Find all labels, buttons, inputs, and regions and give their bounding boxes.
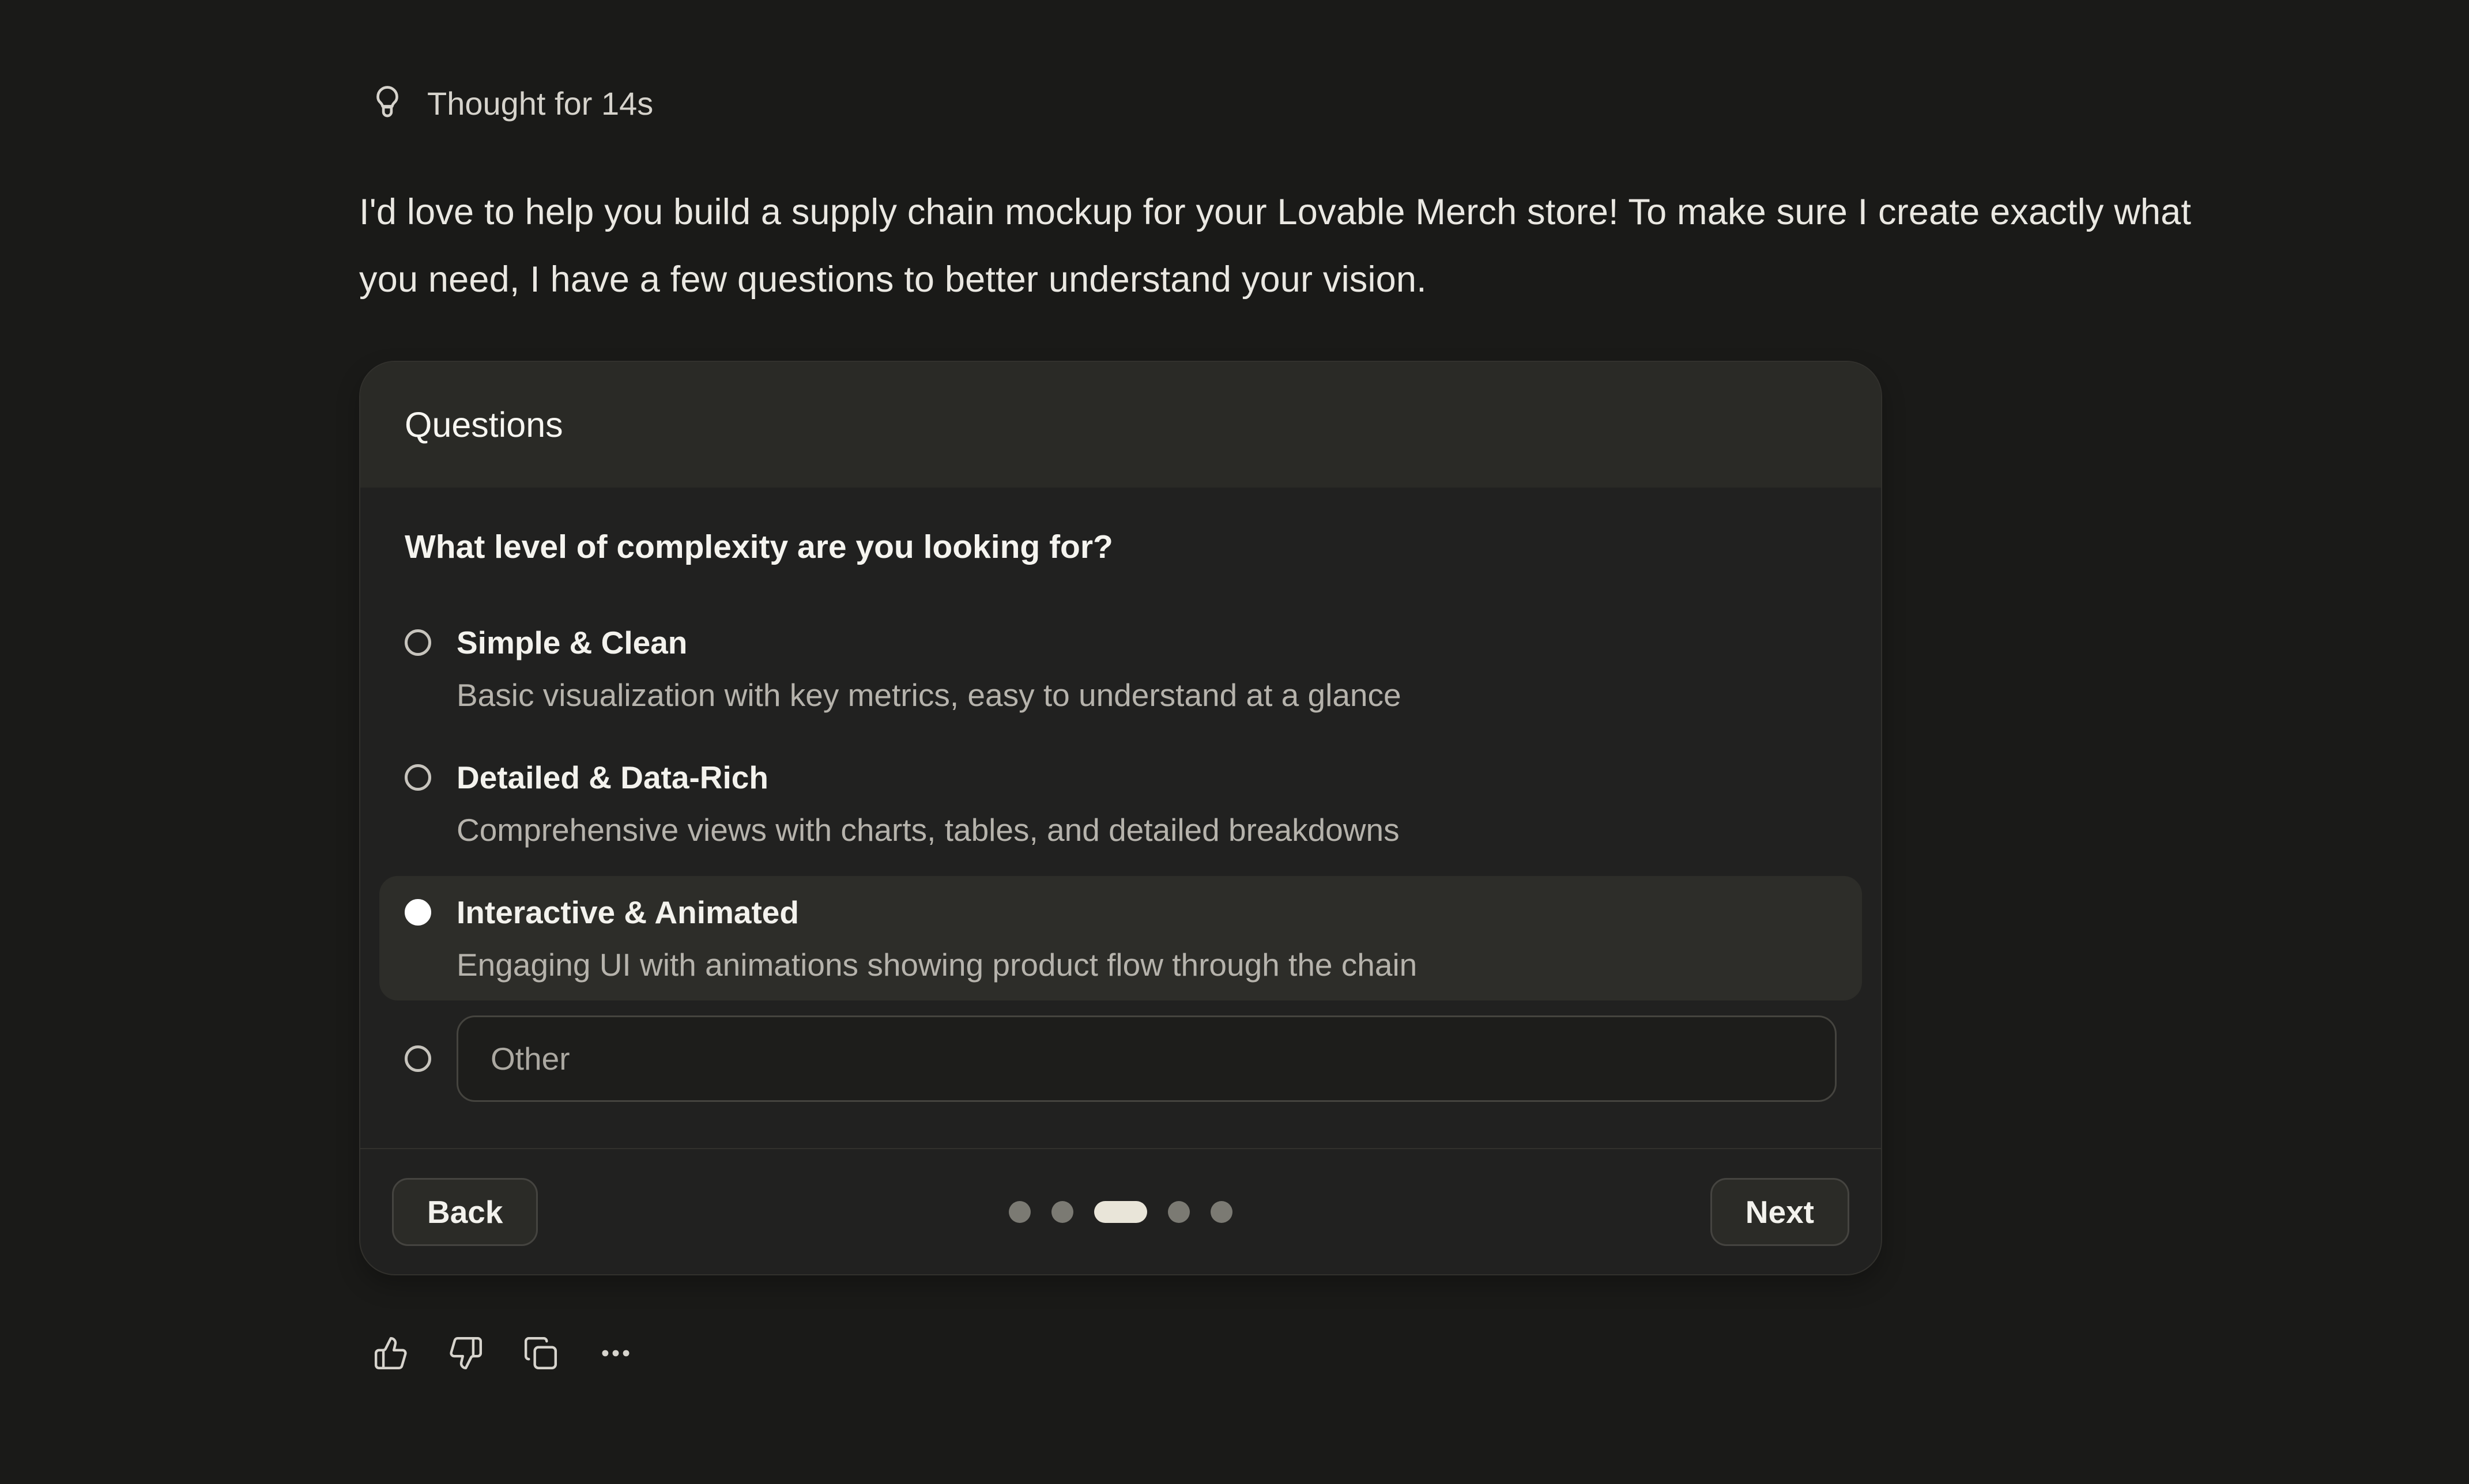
radio-selected-icon[interactable] (405, 899, 431, 926)
copy-button[interactable] (523, 1335, 559, 1371)
option-description: Basic visualization with key metrics, ea… (457, 675, 1401, 715)
pagination-dot (1168, 1201, 1190, 1223)
pagination-dot-active (1094, 1201, 1147, 1223)
questions-widget-body: What level of complexity are you looking… (360, 488, 1881, 1148)
option-label: Interactive & Animated (457, 892, 1417, 932)
questions-widget-title: Questions (405, 405, 563, 445)
questions-widget: Questions What level of complexity are y… (359, 361, 1882, 1275)
option-label: Detailed & Data-Rich (457, 757, 1400, 798)
radio-unselected-icon[interactable] (405, 1045, 431, 1072)
thumbs-up-button[interactable] (373, 1335, 409, 1371)
option-label: Simple & Clean (457, 622, 1401, 663)
thumbs-down-button[interactable] (448, 1335, 484, 1371)
option-detailed-data-rich[interactable]: Detailed & Data-Rich Comprehensive views… (379, 741, 1862, 866)
pagination-dot (1009, 1201, 1031, 1223)
copy-icon (523, 1335, 559, 1371)
questions-widget-footer: Back Next (360, 1148, 1881, 1274)
other-option-input[interactable] (457, 1015, 1837, 1102)
pagination-dot (1051, 1201, 1073, 1223)
option-simple-clean[interactable]: Simple & Clean Basic visualization with … (379, 606, 1862, 731)
option-description: Comprehensive views with charts, tables,… (457, 810, 1400, 849)
option-interactive-animated[interactable]: Interactive & Animated Engaging UI with … (379, 876, 1862, 1000)
back-button[interactable]: Back (392, 1178, 538, 1246)
lightbulb-icon (368, 84, 406, 122)
pagination-dot (1211, 1201, 1232, 1223)
more-options-button[interactable] (598, 1335, 634, 1371)
option-other[interactable] (405, 1015, 1837, 1102)
more-options-icon (598, 1335, 634, 1371)
thinking-summary-label: Thought for 14s (427, 85, 653, 122)
radio-unselected-icon[interactable] (405, 629, 431, 656)
questions-widget-header: Questions (360, 362, 1881, 488)
question-text: What level of complexity are you looking… (405, 528, 1837, 566)
next-button[interactable]: Next (1710, 1178, 1849, 1246)
thinking-summary-toggle[interactable]: Thought for 14s (368, 84, 653, 122)
radio-unselected-icon[interactable] (405, 764, 431, 791)
thumbs-down-icon (448, 1335, 484, 1371)
assistant-message: Thought for 14s I'd love to help you bui… (359, 0, 2233, 1371)
thumbs-up-icon (373, 1335, 409, 1371)
pagination-dots (1009, 1201, 1232, 1223)
message-text: I'd love to help you build a supply chai… (359, 179, 2192, 314)
option-description: Engaging UI with animations showing prod… (457, 945, 1417, 984)
message-actions (373, 1335, 2233, 1371)
